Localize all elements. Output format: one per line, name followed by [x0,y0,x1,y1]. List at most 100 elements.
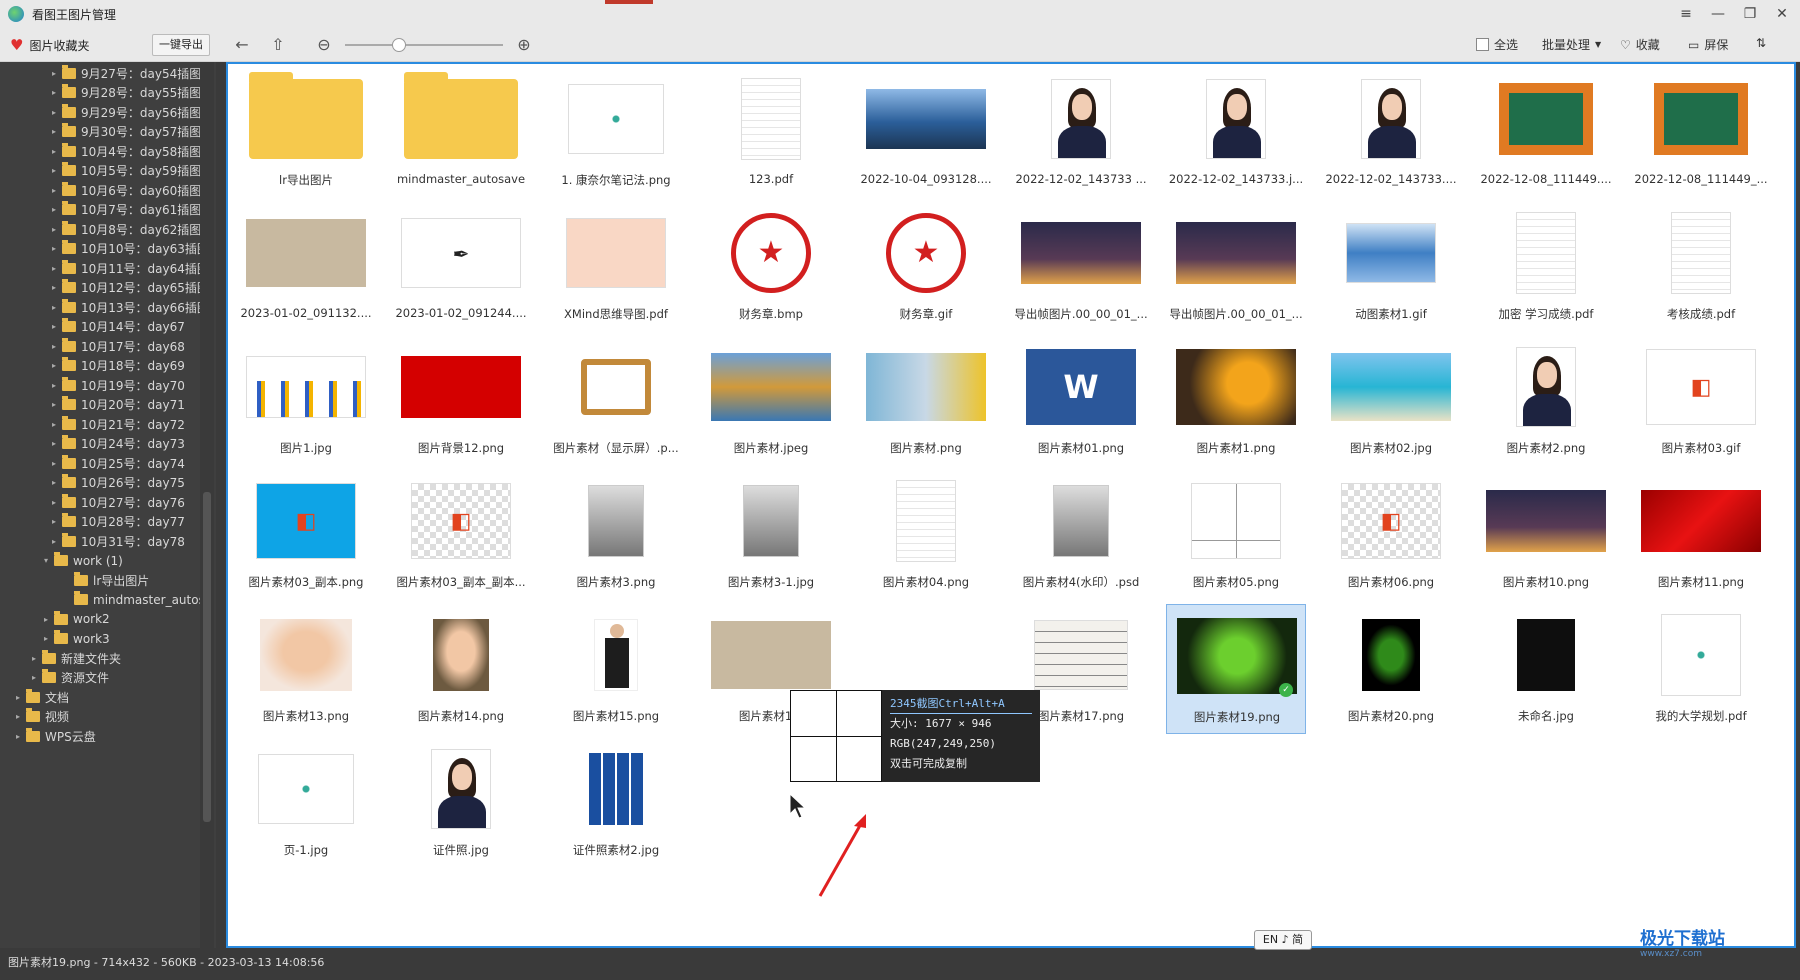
expand-arrow-icon[interactable]: ▸ [16,693,26,702]
expand-arrow-icon[interactable]: ▸ [52,147,62,156]
file-tile[interactable]: mindmaster_autosave [391,68,531,198]
file-tile[interactable]: 图片素材10.png [1476,470,1616,600]
file-tile[interactable]: 导出帧图片.00_00_01_... [1011,202,1151,332]
file-tile[interactable]: 2022-12-02_143733.... [1321,68,1461,198]
expand-arrow-icon[interactable]: ▾ [44,556,54,565]
file-tile[interactable]: 考核成绩.pdf [1631,202,1771,332]
expand-arrow-icon[interactable]: ▸ [44,615,54,624]
expand-arrow-icon[interactable]: ▸ [52,186,62,195]
file-tile[interactable]: 证件照.jpg [391,738,531,868]
file-tile[interactable]: 图片素材15.png [546,604,686,734]
file-tile[interactable]: 2022-12-02_143733 ... [1011,68,1151,198]
expand-arrow-icon[interactable]: ▸ [52,264,62,273]
expand-arrow-icon[interactable]: ▸ [32,654,42,663]
file-tile[interactable]: 图片1.jpg [236,336,376,466]
collect-button[interactable]: ♡ 收藏 [1620,36,1660,53]
expand-arrow-icon[interactable]: ▸ [52,127,62,136]
file-tile[interactable]: ★ 财务章.bmp [701,202,841,332]
screensaver-button[interactable]: ▭ 屏保 [1688,36,1728,53]
file-tile[interactable]: 证件照素材2.jpg [546,738,686,868]
expand-arrow-icon[interactable]: ▸ [52,498,62,507]
file-tile[interactable]: 2022-12-02_143733.j... [1166,68,1306,198]
favorites-button[interactable]: ♥ 图片收藏夹 [10,36,89,54]
expand-arrow-icon[interactable]: ▸ [16,712,26,721]
expand-arrow-icon[interactable]: ▸ [32,673,42,682]
sidebar-scroll-thumb[interactable] [203,492,211,822]
batch-menu[interactable]: 批量处理 ▼ [1542,36,1601,53]
back-icon[interactable]: ← [232,35,252,55]
expand-arrow-icon[interactable]: ▸ [52,537,62,546]
expand-arrow-icon[interactable]: ▸ [52,244,62,253]
file-tile[interactable]: ★ 财务章.gif [856,202,996,332]
file-tile[interactable]: 加密 学习成绩.pdf [1476,202,1616,332]
expand-arrow-icon[interactable]: ▸ [52,108,62,117]
maximize-icon[interactable]: ❐ [1736,4,1764,24]
file-tile[interactable]: 我的大学规划.pdf [1631,604,1771,734]
tree-item[interactable]: ▸ WPS云盘 [16,725,96,747]
expand-arrow-icon[interactable]: ▸ [52,342,62,351]
file-tile[interactable]: 123.pdf [701,68,841,198]
sort-button[interactable]: ⇅ [1756,36,1766,50]
file-tile[interactable]: 图片素材（显示屏）.p... [546,336,686,466]
zoom-slider-handle[interactable] [392,38,406,52]
file-tile[interactable]: 图片素材3-1.jpg [701,470,841,600]
ime-indicator[interactable]: EN ♪ 简 [1254,930,1312,950]
file-tile[interactable]: ◧ 图片素材03.gif [1631,336,1771,466]
zoom-in-icon[interactable]: ⊕ [514,35,534,55]
file-tile[interactable]: 图片背景12.png [391,336,531,466]
file-tile[interactable]: 动图素材1.gif [1321,202,1461,332]
file-tile[interactable]: 图片素材4(水印）.psd [1011,470,1151,600]
file-tile[interactable]: 2022-12-08_111449_... [1631,68,1771,198]
expand-arrow-icon[interactable]: ▸ [44,634,54,643]
up-folder-icon[interactable]: ⇧ [268,35,288,55]
expand-arrow-icon[interactable]: ▸ [52,361,62,370]
file-tile[interactable]: ◧ 图片素材06.png [1321,470,1461,600]
file-tile[interactable]: 图片素材.jpeg [701,336,841,466]
expand-arrow-icon[interactable]: ▸ [52,322,62,331]
export-button[interactable]: 一键导出 [152,34,210,56]
file-tile[interactable]: 图片素材1.png [1166,336,1306,466]
file-tile[interactable]: XMind思维导图.pdf [546,202,686,332]
file-tile[interactable]: 图片素材2.png [1476,336,1616,466]
expand-arrow-icon[interactable]: ▸ [52,225,62,234]
file-tile[interactable]: 2022-12-08_111449.... [1476,68,1616,198]
minimize-icon[interactable]: — [1704,4,1732,24]
expand-arrow-icon[interactable]: ▸ [52,69,62,78]
file-tile[interactable]: 图片素材04.png [856,470,996,600]
file-tile[interactable]: ✒ 2023-01-02_091244.... [391,202,531,332]
file-tile[interactable]: 2022-10-04_093128.... [856,68,996,198]
file-tile[interactable]: 1. 康奈尔笔记法.png [546,68,686,198]
file-tile[interactable]: 图片素材19.png ✓ [1166,604,1306,734]
file-tile[interactable]: 图片素材14.png [391,604,531,734]
select-all-checkbox[interactable]: 全选 [1476,36,1518,53]
file-tile[interactable]: lr导出图片 [236,68,376,198]
menu-icon[interactable]: ≡ [1672,4,1700,24]
expand-arrow-icon[interactable]: ▸ [52,303,62,312]
file-tile[interactable]: 2023-01-02_091132.... [236,202,376,332]
file-tile[interactable]: 页-1.jpg [236,738,376,868]
file-tile[interactable]: 图片素材02.jpg [1321,336,1461,466]
expand-arrow-icon[interactable]: ▸ [16,732,26,741]
expand-arrow-icon[interactable]: ▸ [52,88,62,97]
file-tile[interactable]: ◧ 图片素材03_副本.png [236,470,376,600]
file-tile[interactable]: 未命名.jpg [1476,604,1616,734]
zoom-out-icon[interactable]: ⊖ [314,35,334,55]
expand-arrow-icon[interactable]: ▸ [52,381,62,390]
expand-arrow-icon[interactable]: ▸ [52,166,62,175]
expand-arrow-icon[interactable]: ▸ [52,420,62,429]
file-tile[interactable]: W 图片素材01.png [1011,336,1151,466]
file-tile[interactable]: ◧ 图片素材03_副本_副本... [391,470,531,600]
file-tile[interactable]: 图片素材05.png [1166,470,1306,600]
file-tile[interactable]: 图片素材3.png [546,470,686,600]
file-tile[interactable]: 图片素材11.png [1631,470,1771,600]
expand-arrow-icon[interactable]: ▸ [52,439,62,448]
file-tile[interactable]: 图片素材20.png [1321,604,1461,734]
expand-arrow-icon[interactable]: ▸ [52,517,62,526]
expand-arrow-icon[interactable]: ▸ [52,400,62,409]
zoom-slider[interactable] [345,44,503,46]
file-tile[interactable]: 图片素材.png [856,336,996,466]
expand-arrow-icon[interactable]: ▸ [52,478,62,487]
expand-arrow-icon[interactable]: ▸ [52,283,62,292]
file-tile[interactable]: 图片素材13.png [236,604,376,734]
file-tile[interactable]: 导出帧图片.00_00_01_... [1166,202,1306,332]
